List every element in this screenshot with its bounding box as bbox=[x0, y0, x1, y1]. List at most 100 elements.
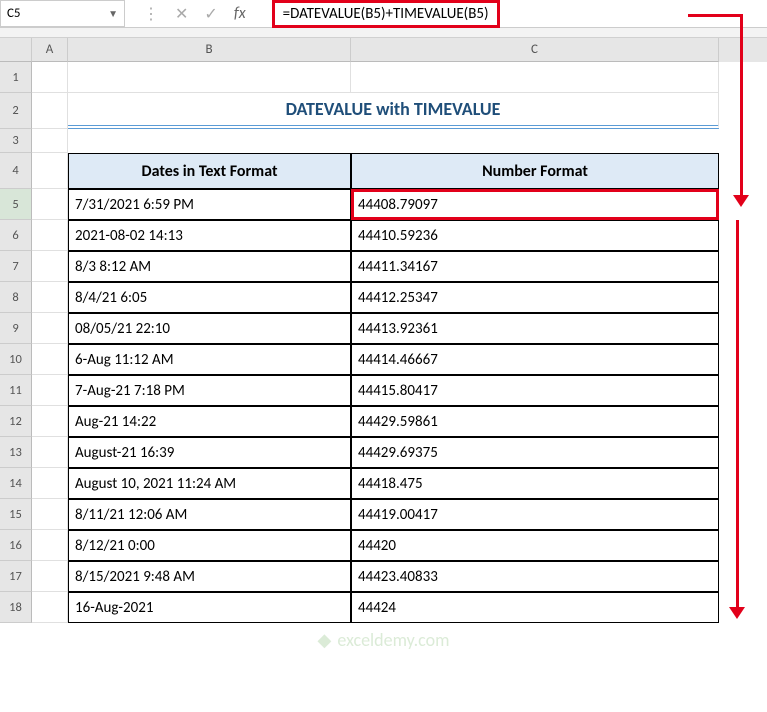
row-10: 10 6-Aug 11:12 AM44414.46667 bbox=[0, 344, 767, 375]
col-header-C[interactable]: C bbox=[351, 38, 719, 62]
row-2: 2 DATEVALUE with TIMEVALUE bbox=[0, 93, 767, 129]
cell-A16[interactable] bbox=[32, 530, 68, 561]
watermark-icon: ◆ bbox=[318, 629, 332, 651]
cell-A5[interactable] bbox=[32, 189, 68, 220]
cell-B13[interactable]: August-21 16:39 bbox=[68, 437, 351, 468]
cell-A17[interactable] bbox=[32, 561, 68, 592]
cell-C17[interactable]: 44423.40833 bbox=[351, 561, 719, 592]
row-header-5[interactable]: 5 bbox=[0, 189, 32, 220]
header-cell-B[interactable]: Dates in Text Format bbox=[68, 153, 351, 189]
cell-A8[interactable] bbox=[32, 282, 68, 313]
row-9: 9 08/05/21 22:1044413.92361 bbox=[0, 313, 767, 344]
cell-A2[interactable] bbox=[32, 93, 68, 129]
select-all-corner[interactable] bbox=[0, 38, 32, 62]
cell-A14[interactable] bbox=[32, 468, 68, 499]
cell-B3[interactable] bbox=[68, 129, 351, 153]
row-header-18[interactable]: 18 bbox=[0, 592, 32, 623]
cell-A7[interactable] bbox=[32, 251, 68, 282]
cell-B10[interactable]: 6-Aug 11:12 AM bbox=[68, 344, 351, 375]
row-header-15[interactable]: 15 bbox=[0, 499, 32, 530]
cell-B9[interactable]: 08/05/21 22:10 bbox=[68, 313, 351, 344]
row-header-11[interactable]: 11 bbox=[0, 375, 32, 406]
cell-A10[interactable] bbox=[32, 344, 68, 375]
name-box-value: C5 bbox=[7, 6, 21, 21]
annotation-arrow-down-1 bbox=[740, 14, 743, 197]
title-cell[interactable]: DATEVALUE with TIMEVALUE bbox=[68, 93, 719, 129]
cell-A1[interactable] bbox=[32, 62, 68, 93]
fx-icon[interactable]: fx bbox=[234, 4, 246, 23]
watermark-text: exceldemy.com bbox=[337, 629, 449, 651]
cell-B7[interactable]: 8/3 8:12 AM bbox=[68, 251, 351, 282]
cell-C9[interactable]: 44413.92361 bbox=[351, 313, 719, 344]
annotation-arrow-horizontal bbox=[688, 14, 742, 17]
cell-C14[interactable]: 44418.475 bbox=[351, 468, 719, 499]
row-header-2[interactable]: 2 bbox=[0, 93, 32, 129]
cell-B14[interactable]: August 10, 2021 11:24 AM bbox=[68, 468, 351, 499]
row-header-10[interactable]: 10 bbox=[0, 344, 32, 375]
cancel-icon[interactable]: ✕ bbox=[175, 4, 188, 24]
row-header-8[interactable]: 8 bbox=[0, 282, 32, 313]
cell-A11[interactable] bbox=[32, 375, 68, 406]
cell-A3[interactable] bbox=[32, 129, 68, 153]
cell-B12[interactable]: Aug-21 14:22 bbox=[68, 406, 351, 437]
cell-C7[interactable]: 44411.34167 bbox=[351, 251, 719, 282]
row-header-16[interactable]: 16 bbox=[0, 530, 32, 561]
cell-A6[interactable] bbox=[32, 220, 68, 251]
cell-B8[interactable]: 8/4/21 6:05 bbox=[68, 282, 351, 313]
cell-A15[interactable] bbox=[32, 499, 68, 530]
history-icon[interactable]: ⋮ bbox=[143, 4, 159, 24]
chevron-down-icon[interactable]: ▼ bbox=[108, 7, 118, 20]
cell-C10[interactable]: 44414.46667 bbox=[351, 344, 719, 375]
confirm-icon[interactable]: ✓ bbox=[204, 4, 217, 24]
annotation-arrow-down-2 bbox=[736, 220, 739, 609]
row-header-17[interactable]: 17 bbox=[0, 561, 32, 592]
cell-B17[interactable]: 8/15/2021 9:48 AM bbox=[68, 561, 351, 592]
cell-A12[interactable] bbox=[32, 406, 68, 437]
name-box[interactable]: C5 ▼ bbox=[0, 0, 125, 27]
cell-A18[interactable] bbox=[32, 592, 68, 623]
cell-C5[interactable]: 44408.79097 bbox=[351, 189, 719, 220]
row-7: 7 8/3 8:12 AM44411.34167 bbox=[0, 251, 767, 282]
col-header-A[interactable]: A bbox=[32, 38, 68, 62]
formula-bar-row: C5 ▼ ⋮ ✕ ✓ fx =DATEVALUE(B5)+TIMEVALUE(B… bbox=[0, 0, 767, 28]
row-header-7[interactable]: 7 bbox=[0, 251, 32, 282]
cell-C18[interactable]: 44424 bbox=[351, 592, 719, 623]
watermark: ◆ exceldemy.com bbox=[318, 629, 450, 651]
row-8: 8 8/4/21 6:0544412.25347 bbox=[0, 282, 767, 313]
row-header-1[interactable]: 1 bbox=[0, 62, 32, 93]
cell-C11[interactable]: 44415.80417 bbox=[351, 375, 719, 406]
row-header-13[interactable]: 13 bbox=[0, 437, 32, 468]
cell-A13[interactable] bbox=[32, 437, 68, 468]
row-header-14[interactable]: 14 bbox=[0, 468, 32, 499]
row-header-12[interactable]: 12 bbox=[0, 406, 32, 437]
cell-C1[interactable] bbox=[351, 62, 719, 93]
cell-C15[interactable]: 44419.00417 bbox=[351, 499, 719, 530]
row-16: 16 8/12/21 0:0044420 bbox=[0, 530, 767, 561]
formula-text: =DATEVALUE(B5)+TIMEVALUE(B5) bbox=[272, 0, 500, 28]
cell-A4[interactable] bbox=[32, 153, 68, 189]
cell-C6[interactable]: 44410.59236 bbox=[351, 220, 719, 251]
cell-C12[interactable]: 44429.59861 bbox=[351, 406, 719, 437]
ribbon-separator bbox=[0, 28, 767, 38]
cell-B15[interactable]: 8/11/21 12:06 AM bbox=[68, 499, 351, 530]
row-3: 3 bbox=[0, 129, 767, 153]
cell-B16[interactable]: 8/12/21 0:00 bbox=[68, 530, 351, 561]
cell-B18[interactable]: 16-Aug-2021 bbox=[68, 592, 351, 623]
cell-C13[interactable]: 44429.69375 bbox=[351, 437, 719, 468]
row-header-9[interactable]: 9 bbox=[0, 313, 32, 344]
row-6: 6 2021-08-02 14:1344410.59236 bbox=[0, 220, 767, 251]
col-header-B[interactable]: B bbox=[68, 38, 351, 62]
row-header-4[interactable]: 4 bbox=[0, 153, 32, 189]
cell-C8[interactable]: 44412.25347 bbox=[351, 282, 719, 313]
cell-B11[interactable]: 7-Aug-21 7:18 PM bbox=[68, 375, 351, 406]
cell-B1[interactable] bbox=[68, 62, 351, 93]
row-header-3[interactable]: 3 bbox=[0, 129, 32, 153]
row-header-6[interactable]: 6 bbox=[0, 220, 32, 251]
row-11: 11 7-Aug-21 7:18 PM44415.80417 bbox=[0, 375, 767, 406]
cell-A9[interactable] bbox=[32, 313, 68, 344]
cell-C16[interactable]: 44420 bbox=[351, 530, 719, 561]
header-cell-C[interactable]: Number Format bbox=[351, 153, 719, 189]
cell-B6[interactable]: 2021-08-02 14:13 bbox=[68, 220, 351, 251]
cell-B5[interactable]: 7/31/2021 6:59 PM bbox=[68, 189, 351, 220]
cell-C3[interactable] bbox=[351, 129, 719, 153]
